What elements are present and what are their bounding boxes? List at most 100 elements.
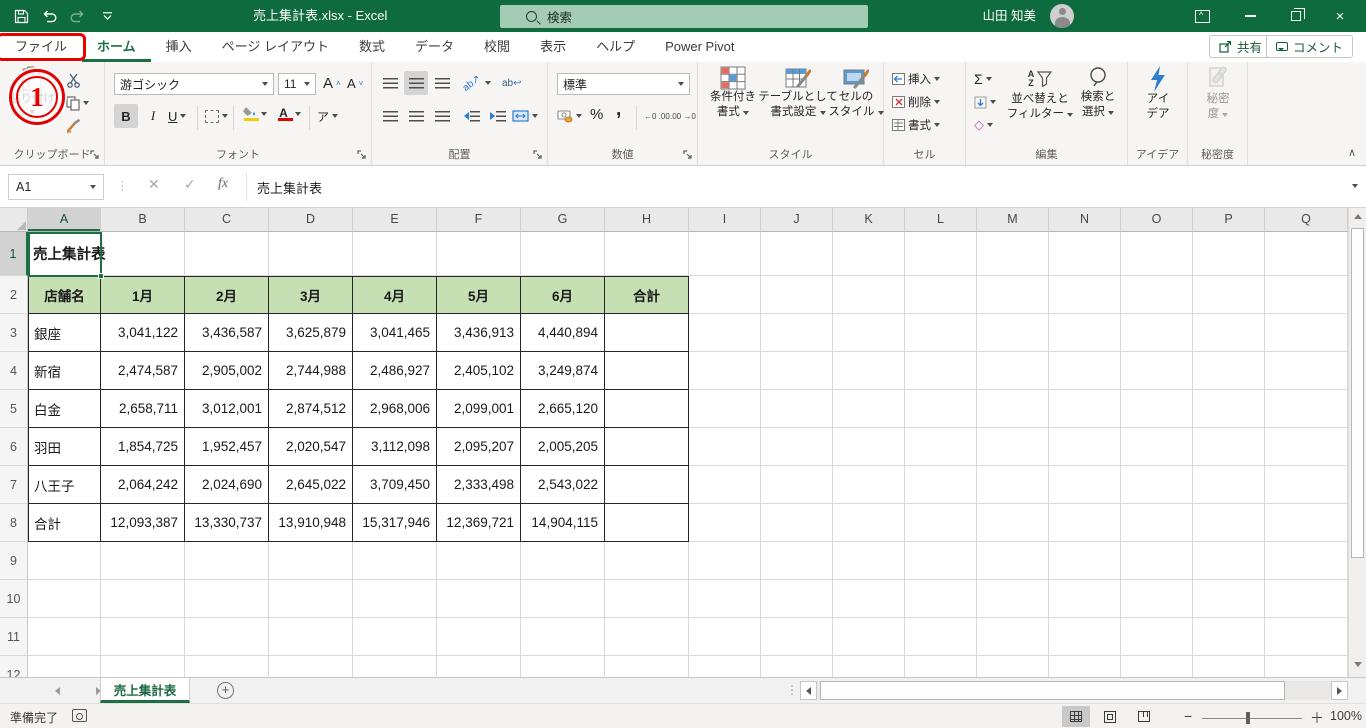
decrease-decimal-button[interactable]: .00 →0 <box>670 106 696 126</box>
cell-A3[interactable]: 銀座 <box>28 314 101 352</box>
cell-E9[interactable] <box>353 542 437 580</box>
cell-G4[interactable]: 3,249,874 <box>521 352 605 390</box>
cell-D12[interactable] <box>269 656 353 677</box>
cell-I5[interactable] <box>689 390 761 428</box>
column-header-E[interactable]: E <box>353 208 437 231</box>
cell-G5[interactable]: 2,665,120 <box>521 390 605 428</box>
row-header-4[interactable]: 4 <box>0 352 28 390</box>
align-center-button[interactable] <box>404 104 428 128</box>
column-header-O[interactable]: O <box>1121 208 1193 231</box>
cell-A9[interactable] <box>28 542 101 580</box>
select-all-corner[interactable] <box>0 208 28 231</box>
cell-O1[interactable] <box>1121 232 1193 276</box>
cell-N3[interactable] <box>1049 314 1121 352</box>
cell-K10[interactable] <box>833 580 905 618</box>
cell-C3[interactable]: 3,436,587 <box>185 314 269 352</box>
cell-I9[interactable] <box>689 542 761 580</box>
cell-D10[interactable] <box>269 580 353 618</box>
minimize-button[interactable] <box>1230 0 1270 32</box>
cell-L4[interactable] <box>905 352 977 390</box>
cell-H4[interactable] <box>605 352 689 390</box>
cell-G7[interactable]: 2,543,022 <box>521 466 605 504</box>
increase-decimal-button[interactable]: ←0 .00 <box>644 106 670 126</box>
dialog-launcher-icon[interactable] <box>683 150 695 162</box>
cell-B3[interactable]: 3,041,122 <box>101 314 185 352</box>
cell-G8[interactable]: 14,904,115 <box>521 504 605 542</box>
borders-button[interactable] <box>205 106 228 126</box>
cell-Q10[interactable] <box>1265 580 1348 618</box>
insert-cells-button[interactable]: 挿入 <box>892 69 940 89</box>
wrap-text-button[interactable]: ab↩ <box>502 73 522 93</box>
align-middle-button[interactable] <box>404 71 428 95</box>
cell-E12[interactable] <box>353 656 437 677</box>
prev-sheet-icon[interactable] <box>55 687 60 695</box>
orientation-button[interactable]: ab↗ <box>461 73 491 93</box>
cell-I10[interactable] <box>689 580 761 618</box>
cell-D3[interactable]: 3,625,879 <box>269 314 353 352</box>
share-button[interactable]: 共有 <box>1208 35 1272 58</box>
cell-G6[interactable]: 2,005,205 <box>521 428 605 466</box>
cell-E7[interactable]: 3,709,450 <box>353 466 437 504</box>
cell-E3[interactable]: 3,041,465 <box>353 314 437 352</box>
cell-H10[interactable] <box>605 580 689 618</box>
cell-D8[interactable]: 13,910,948 <box>269 504 353 542</box>
tab-ホーム[interactable]: ホーム <box>82 32 151 62</box>
cell-F9[interactable] <box>437 542 521 580</box>
cell-K8[interactable] <box>833 504 905 542</box>
cell-A7[interactable]: 八王子 <box>28 466 101 504</box>
cell-O10[interactable] <box>1121 580 1193 618</box>
tab-ヘルプ[interactable]: ヘルプ <box>581 32 650 62</box>
row-header-10[interactable]: 10 <box>0 580 28 618</box>
row-header-12[interactable]: 12 <box>0 656 28 677</box>
cell-C4[interactable]: 2,905,002 <box>185 352 269 390</box>
ideas-button[interactable]: アイ デア <box>1136 66 1180 122</box>
cell-I7[interactable] <box>689 466 761 504</box>
cell-G10[interactable] <box>521 580 605 618</box>
cell-B6[interactable]: 1,854,725 <box>101 428 185 466</box>
cell-F5[interactable]: 2,099,001 <box>437 390 521 428</box>
comma-style-button[interactable]: , <box>616 99 621 120</box>
cell-N10[interactable] <box>1049 580 1121 618</box>
cell-L8[interactable] <box>905 504 977 542</box>
cell-G3[interactable]: 4,440,894 <box>521 314 605 352</box>
cell-J11[interactable] <box>761 618 833 656</box>
column-header-I[interactable]: I <box>689 208 761 231</box>
normal-view-button[interactable] <box>1062 706 1090 727</box>
cell-O3[interactable] <box>1121 314 1193 352</box>
new-sheet-button[interactable]: + <box>217 682 234 699</box>
cell-L7[interactable] <box>905 466 977 504</box>
cell-G12[interactable] <box>521 656 605 677</box>
cell-K2[interactable] <box>833 276 905 314</box>
cell-L1[interactable] <box>905 232 977 276</box>
cell-O4[interactable] <box>1121 352 1193 390</box>
underline-button[interactable]: U <box>168 106 187 126</box>
bold-button[interactable]: B <box>114 104 138 128</box>
cell-D9[interactable] <box>269 542 353 580</box>
collapse-ribbon-icon[interactable]: ∧ <box>1348 146 1356 159</box>
cell-E11[interactable] <box>353 618 437 656</box>
cell-J12[interactable] <box>761 656 833 677</box>
restore-button[interactable] <box>1276 0 1316 32</box>
cell-Q12[interactable] <box>1265 656 1348 677</box>
font-color-button[interactable]: A <box>275 104 301 124</box>
cell-L9[interactable] <box>905 542 977 580</box>
font-size-combobox[interactable]: 11 <box>278 73 316 95</box>
cell-P6[interactable] <box>1193 428 1265 466</box>
cell-C2[interactable]: 2月 <box>185 276 269 314</box>
tab-数式[interactable]: 数式 <box>344 32 400 62</box>
align-right-button[interactable] <box>430 104 454 128</box>
cell-O9[interactable] <box>1121 542 1193 580</box>
cell-C9[interactable] <box>185 542 269 580</box>
cell-A12[interactable] <box>28 656 101 677</box>
cell-E10[interactable] <box>353 580 437 618</box>
cell-K4[interactable] <box>833 352 905 390</box>
user-name[interactable]: 山田 知美 <box>983 0 1036 32</box>
cell-D4[interactable]: 2,744,988 <box>269 352 353 390</box>
cell-N8[interactable] <box>1049 504 1121 542</box>
scroll-down-icon[interactable] <box>1350 656 1366 673</box>
find-select-button[interactable]: 検索と 選択 <box>1074 66 1122 120</box>
cell-N5[interactable] <box>1049 390 1121 428</box>
cell-L5[interactable] <box>905 390 977 428</box>
cell-K3[interactable] <box>833 314 905 352</box>
cell-I1[interactable] <box>689 232 761 276</box>
